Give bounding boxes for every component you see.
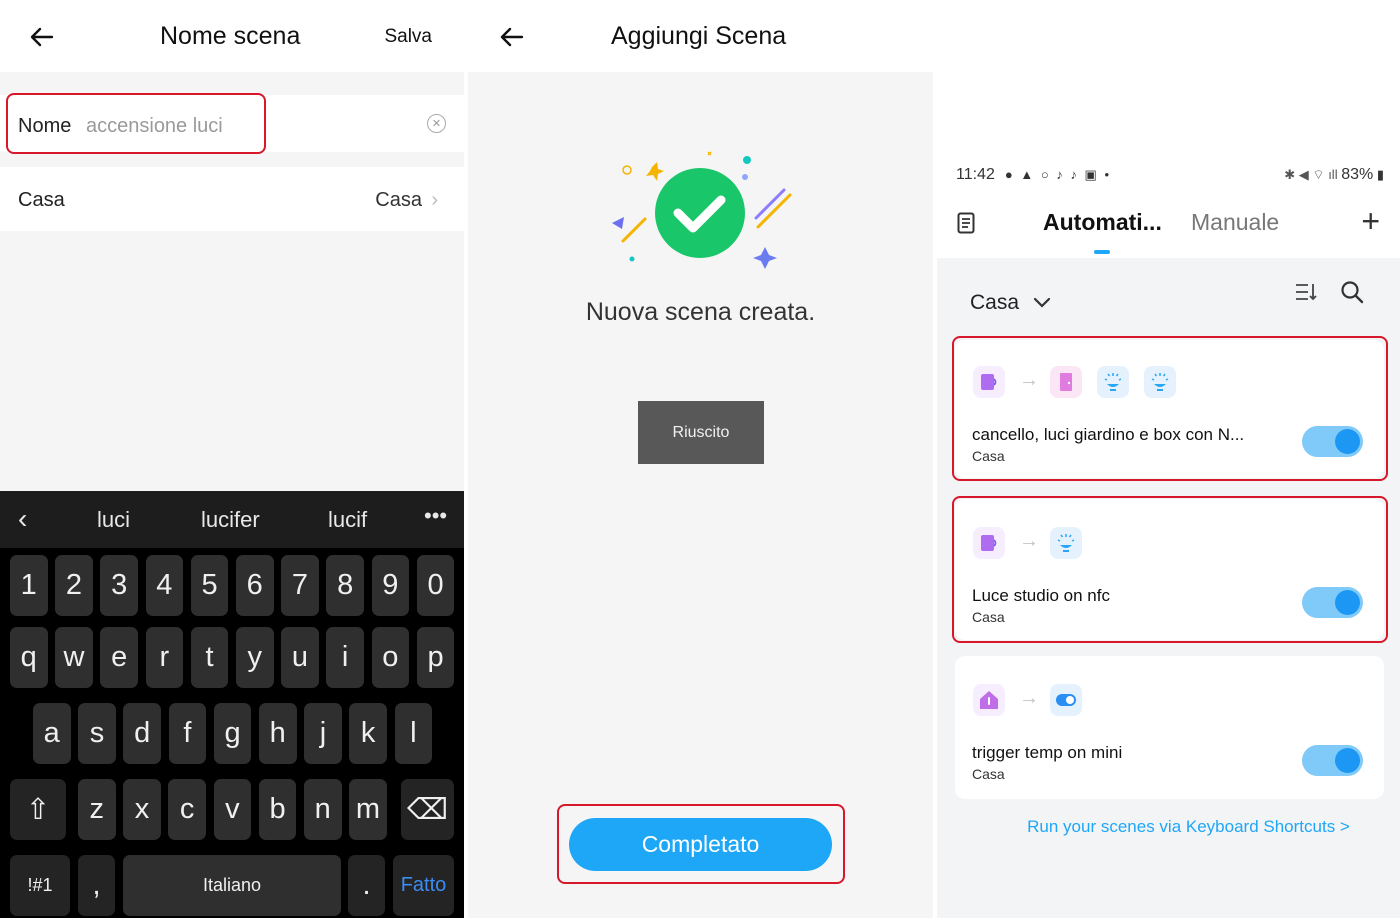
scene-name-screen: Nome scena Salva Nome accensione luci ✕ …	[0, 0, 464, 918]
back-arrow-icon	[30, 27, 54, 47]
keyboard-key[interactable]: j	[304, 703, 342, 764]
keyboard-key[interactable]: i	[326, 627, 364, 688]
keyboard-key[interactable]: o	[371, 627, 410, 688]
back-arrow-icon	[500, 27, 524, 47]
suggestion[interactable]: lucif	[328, 507, 367, 533]
tab-indicator	[1094, 250, 1110, 254]
tab-manual[interactable]: Manuale	[1191, 209, 1279, 236]
keyboard-key[interactable]: t	[190, 627, 229, 688]
keyboard-key[interactable]: a	[33, 703, 71, 764]
tab-automations[interactable]: Automati...	[1043, 209, 1162, 236]
keyboard-key[interactable]: g	[213, 703, 252, 764]
add-icon[interactable]: +	[1361, 203, 1380, 240]
home-value: Casa	[375, 189, 422, 211]
keyboard-shortcuts-link[interactable]: Run your scenes via Keyboard Shortcuts >	[937, 817, 1400, 837]
keyboard-key[interactable]: n	[304, 779, 342, 840]
chevron-right-icon: ›	[431, 189, 438, 211]
suggestion[interactable]: luci	[97, 507, 130, 533]
keyboard-key[interactable]: 3	[100, 555, 138, 616]
period-key[interactable]: .	[348, 855, 385, 916]
keyboard-key[interactable]: z	[78, 779, 116, 840]
back-button[interactable]	[22, 20, 62, 54]
keyboard-key[interactable]: b	[258, 779, 297, 840]
space-key[interactable]: Italiano	[123, 855, 341, 916]
shift-icon[interactable]: ⇧	[10, 779, 66, 840]
keyboard-key[interactable]: 5	[190, 555, 229, 616]
keyboard-key[interactable]: 2	[55, 555, 93, 616]
home-selector[interactable]: Casa	[970, 291, 1051, 315]
signal-icons: ✱ ◀ ⌔ ıll	[1284, 167, 1342, 182]
keyboard: ‹ luci lucifer lucif ••• 1234567890qwert…	[0, 491, 464, 918]
document-icon[interactable]	[957, 212, 975, 234]
success-message: Nuova scena creata.	[585, 298, 816, 326]
highlight-box	[952, 336, 1388, 481]
keyboard-key[interactable]: u	[281, 627, 319, 688]
scene-toggle[interactable]	[1302, 745, 1363, 776]
header: Nome scena Salva	[0, 0, 464, 72]
keyboard-key[interactable]: l	[394, 703, 433, 764]
done-key[interactable]: Fatto	[393, 855, 454, 916]
page-title: Nome scena	[160, 22, 301, 50]
keyboard-key[interactable]: h	[259, 703, 297, 764]
scene-title: trigger temp on mini	[972, 743, 1123, 762]
highlight-box	[557, 804, 845, 884]
back-button[interactable]	[492, 20, 532, 54]
suggestion[interactable]: lucifer	[201, 507, 260, 533]
keyboard-key[interactable]: e	[100, 627, 138, 688]
keyboard-key[interactable]: 1	[10, 555, 48, 616]
status-time: 11:42 ● ▲ ○ ♪ ♪ ▣ •	[956, 166, 1111, 183]
keyboard-key[interactable]: r	[145, 627, 184, 688]
home-label: Casa	[18, 189, 65, 211]
keyboard-key[interactable]: d	[123, 703, 161, 764]
suggestion-bar: ‹ luci lucifer lucif •••	[0, 491, 464, 548]
arrow-right-icon: →	[1019, 687, 1039, 709]
keyboard-key[interactable]: f	[168, 703, 207, 764]
keyboard-key[interactable]: y	[236, 627, 274, 688]
more-icon[interactable]: •••	[424, 503, 447, 529]
sort-icon[interactable]	[1295, 282, 1317, 302]
symbols-key[interactable]: !#1	[10, 855, 70, 916]
home-row[interactable]: Casa Casa ›	[0, 167, 464, 231]
search-icon[interactable]	[1340, 280, 1364, 304]
status-right: ✱ ◀ ⌔ ıll 83% ▮	[1284, 166, 1384, 183]
add-scene-screen: Aggiungi Scena Nuova scena creata. Riusc…	[468, 0, 933, 918]
keyboard-key[interactable]: 9	[371, 555, 410, 616]
highlight-box	[952, 496, 1388, 643]
scenes-list-screen: 11:42 ● ▲ ○ ♪ ♪ ▣ • ✱ ◀ ⌔ ıll 83% ▮ Auto…	[937, 0, 1400, 918]
keyboard-key[interactable]: 0	[416, 555, 455, 616]
keyboard-key[interactable]: 4	[145, 555, 184, 616]
battery-icon: ▮	[1373, 167, 1384, 182]
page-title: Aggiungi Scena	[611, 22, 787, 50]
home-temp-icon	[973, 684, 1005, 716]
success-check-icon	[612, 151, 792, 269]
keyboard-key[interactable]: w	[55, 627, 93, 688]
notification-icons: ● ▲ ○ ♪ ♪ ▣ •	[999, 167, 1111, 182]
chevron-left-icon[interactable]: ‹	[18, 503, 27, 535]
tabs-bar: Automati... Manuale +	[937, 195, 1400, 255]
keyboard-key[interactable]: 6	[236, 555, 274, 616]
header: Aggiungi Scena	[468, 0, 933, 72]
highlight-box	[6, 93, 266, 154]
toast: Riuscito	[638, 401, 764, 464]
save-button[interactable]: Salva	[384, 26, 432, 48]
keyboard-key[interactable]: s	[78, 703, 116, 764]
keyboard-key[interactable]: v	[213, 779, 252, 840]
keyboard-key[interactable]: c	[168, 779, 206, 840]
keyboard-key[interactable]: k	[349, 703, 387, 764]
comma-key[interactable]: ,	[78, 855, 115, 916]
keyboard-key[interactable]: 7	[281, 555, 319, 616]
keyboard-key[interactable]: m	[349, 779, 387, 840]
keyboard-key[interactable]: q	[10, 627, 48, 688]
scene-home: Casa	[972, 766, 1005, 782]
backspace-icon[interactable]: ⌫	[401, 779, 454, 840]
keyboard-key[interactable]: 8	[326, 555, 364, 616]
clear-icon[interactable]: ✕	[427, 114, 446, 133]
switch-icon	[1050, 684, 1082, 716]
keyboard-key[interactable]: p	[416, 627, 455, 688]
chevron-down-icon	[1033, 298, 1050, 309]
keyboard-key[interactable]: x	[123, 779, 161, 840]
scene-card[interactable]: → trigger temp on mini Casa	[955, 656, 1384, 799]
